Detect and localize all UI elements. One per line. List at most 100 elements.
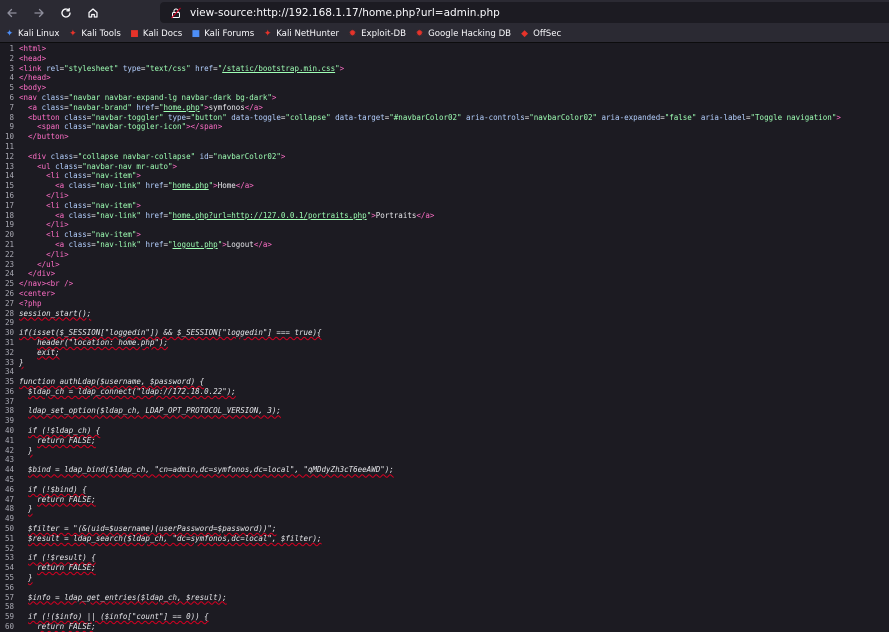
line-number: 60 [4, 622, 14, 632]
line-number: 1 [9, 44, 14, 53]
line-number: 59 [4, 612, 14, 622]
line-number: 48 [4, 504, 14, 514]
bookmark-label: Google Hacking DB [428, 29, 512, 39]
bookmark-exploit-db[interactable]: ✹ Exploit-DB [347, 26, 406, 42]
source-line: 52 [0, 544, 889, 554]
line-number: 50 [4, 524, 14, 534]
source-code: } [28, 445, 33, 455]
source-line: 32 exit; [0, 348, 889, 358]
source-line: 29 [0, 318, 889, 328]
line-number: 27 [4, 298, 14, 308]
source-line: 30 if(isset($_SESSION["loggedin"]) && $_S… [0, 328, 889, 338]
source-code: return FALSE; [37, 563, 96, 573]
source-code: <link rel="stylesheet" type="text/css" h… [19, 63, 345, 73]
source-line: 27 <?php [0, 299, 889, 309]
source-code: <a class="navbar-brand" href="home.php">… [28, 102, 263, 112]
source-code: </li> [46, 249, 69, 259]
bookmark-kali-docs[interactable]: ■ Kali Docs [129, 26, 182, 42]
source-line: 20 <li class="nav-item"> [0, 230, 889, 240]
source-code: <?php [19, 298, 42, 308]
line-number: 30 [4, 328, 14, 338]
source-code: </nav><br /> [19, 279, 74, 289]
line-number: 21 [4, 239, 14, 249]
bookmark-label: Exploit-DB [361, 29, 407, 39]
back-button[interactable] [0, 2, 24, 24]
source-code: </div> [28, 269, 56, 279]
home-button[interactable] [81, 2, 105, 24]
source-line: 54 return FALSE; [0, 563, 889, 573]
source-line: 2 <head> [0, 54, 889, 64]
line-number: 14 [4, 171, 14, 181]
source-line: 6 <nav class="navbar navbar-expand-lg nav… [0, 93, 889, 103]
line-number: 9 [9, 122, 14, 132]
line-number: 25 [4, 279, 14, 289]
source-code: ldap_set_option($ldap_ch, LDAP_OPT_PROTO… [28, 406, 281, 416]
line-number: 16 [4, 190, 14, 200]
page-info-icon[interactable] [168, 5, 184, 21]
line-number: 26 [4, 288, 14, 298]
forward-button[interactable] [27, 2, 51, 24]
bookmark-offsec[interactable]: ◆ OffSec [519, 26, 561, 42]
line-number: 57 [4, 592, 14, 602]
line-number: 35 [4, 377, 14, 387]
source-code: if(isset($_SESSION["loggedin"]) && $_SES… [19, 328, 322, 338]
bookmarks-bar: ✦ Kali Linux ✦ Kali Tools ■ Kali Docs ■ Kali Fo… [0, 26, 889, 43]
source-line: 53 if (!$result) { [0, 553, 889, 563]
source-line: 58 [0, 602, 889, 612]
source-line: 40 if (!$ldap_ch) { [0, 426, 889, 436]
line-number: 49 [4, 514, 14, 524]
reload-icon [61, 7, 71, 18]
navigation-toolbar: view-source:http://192.168.1.17/home.php… [0, 0, 889, 26]
line-number: 47 [4, 494, 14, 504]
source-line: 50 $filter = "(&(uid=$username)(userPass… [0, 524, 889, 534]
kali-tools-icon: ✦ [69, 29, 77, 39]
source-line: 1 <html> [0, 44, 889, 54]
source-line: 21 <a class="nav-link" href="logout.php"… [0, 240, 889, 250]
bookmark-label: Kali Forums [204, 29, 255, 39]
line-number: 55 [4, 573, 14, 583]
source-code: if (!$result) { [28, 553, 96, 563]
source-line: 46 if (!$bind) { [0, 485, 889, 495]
bookmark-kali-forums[interactable]: ■ Kali Forums [190, 26, 254, 42]
source-code: function authLdap($username, $password) … [19, 377, 205, 387]
source-line: 55 } [0, 573, 889, 583]
source-line: 39 [0, 416, 889, 426]
source-code: session_start(); [19, 308, 92, 318]
source-code: </li> [46, 220, 69, 230]
kali-forums-icon: ■ [191, 29, 200, 39]
bookmark-label: OffSec [533, 29, 562, 39]
bookmark-kali-nethunter[interactable]: ✦ Kali NetHunter [262, 26, 339, 42]
kali-dragon-icon: ✦ [5, 29, 14, 39]
source-line: 8 <button class="navbar-toggler" type="b… [0, 113, 889, 123]
source-code: $ldap_ch = ldap_connect("ldap://172.18.0… [28, 386, 236, 396]
source-code: <a class="nav-link" href="home.php?url=h… [55, 210, 435, 220]
source-code: <button class="navbar-toggler" type="but… [28, 112, 841, 122]
source-line: 26 <center> [0, 289, 889, 299]
source-code: </button> [28, 132, 69, 142]
bookmark-google-hacking-db[interactable]: ✹ Google Hacking DB [414, 26, 511, 42]
nethunter-icon: ✦ [263, 29, 272, 39]
line-number: 33 [4, 357, 14, 367]
url-bar[interactable]: view-source:http://192.168.1.17/home.php… [160, 2, 889, 23]
line-number: 29 [4, 318, 14, 328]
source-code: if (!($info) || ($info["count"] == 0)) { [28, 612, 209, 622]
line-number: 44 [4, 465, 14, 475]
source-code: <li class="nav-item"> [46, 200, 141, 210]
bookmark-label: Kali Tools [81, 29, 121, 39]
line-number: 19 [4, 220, 14, 230]
line-number: 58 [4, 602, 14, 612]
line-number: 52 [4, 543, 14, 553]
source-code: $filter = "(&(uid=$username)(userPasswor… [28, 524, 277, 534]
reload-button[interactable] [54, 2, 78, 24]
forward-arrow-icon [34, 8, 44, 18]
source-code: return FALSE; [37, 494, 96, 504]
bookmark-kali-linux[interactable]: ✦ Kali Linux [4, 26, 60, 42]
back-arrow-icon [7, 8, 17, 18]
source-line: 36 $ldap_ch = ldap_connect("ldap://172.1… [0, 387, 889, 397]
bookmark-kali-tools[interactable]: ✦ Kali Tools [67, 26, 121, 42]
line-number: 8 [9, 112, 14, 122]
source-line: 35 function authLdap($username, $password… [0, 377, 889, 387]
line-number: 31 [4, 337, 14, 347]
line-number: 7 [9, 102, 14, 112]
source-line: 42 } [0, 446, 889, 456]
